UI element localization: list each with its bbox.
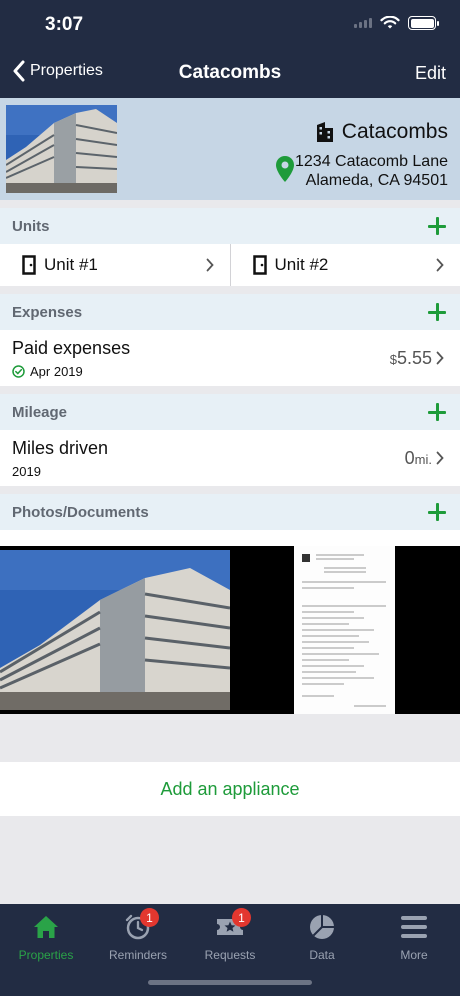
home-icon <box>34 916 58 938</box>
status-icons <box>354 16 439 30</box>
paid-expenses-row[interactable]: Paid expenses Apr 2019 $5.55 <box>0 330 460 386</box>
unit-label: Unit #1 <box>44 255 98 274</box>
unit-label: Unit #2 <box>274 255 329 274</box>
paid-expenses-title: Paid expenses <box>12 338 131 358</box>
navigation-bar: 3:07 Properties Catacombs Edit <box>0 0 460 98</box>
add-appliance-button[interactable]: Add an appliance <box>0 762 460 816</box>
paid-expenses-date-row: Apr 2019 <box>12 364 448 379</box>
address-line2: Alameda, CA 94501 <box>305 172 448 189</box>
home-indicator <box>148 980 312 985</box>
tab-label: Data <box>309 948 335 962</box>
expenses-section-header: Expenses <box>0 294 460 330</box>
units-section-header: Units <box>0 208 460 244</box>
property-name-row: Catacombs <box>316 120 448 144</box>
edit-button[interactable]: Edit <box>415 63 446 84</box>
pie-chart-icon <box>310 915 334 939</box>
menu-icon <box>401 916 427 938</box>
paid-expenses-date: Apr 2019 <box>30 364 83 379</box>
section-title-photos: Photos/Documents <box>12 503 149 521</box>
mileage-section-header: Mileage <box>0 394 460 430</box>
miles-value: 0 <box>404 448 415 468</box>
building-photo-thumbnail[interactable] <box>0 550 230 710</box>
amount-value: 5.55 <box>396 348 432 368</box>
door-icon <box>252 255 267 275</box>
property-name: Catacombs <box>341 120 448 143</box>
add-expense-button[interactable] <box>426 301 448 323</box>
chevron-right-icon <box>436 258 444 272</box>
currency-symbol: $ <box>389 352 397 367</box>
miles-driven-title: Miles driven <box>12 438 109 458</box>
chevron-right-icon <box>436 451 444 465</box>
battery-icon <box>408 16 439 30</box>
photos-section-header: Photos/Documents <box>0 494 460 530</box>
miles-driven-row[interactable]: Miles driven 2019 0mi. <box>0 430 460 486</box>
document-thumbnail[interactable] <box>294 546 395 714</box>
door-icon <box>22 255 36 275</box>
tab-label: Reminders <box>108 948 168 962</box>
chevron-right-icon <box>436 351 444 365</box>
chevron-right-icon <box>206 258 214 272</box>
section-title-units: Units <box>12 217 50 235</box>
property-photo[interactable] <box>6 105 117 193</box>
tab-label: Requests <box>204 948 256 962</box>
tab-properties[interactable]: Properties <box>0 904 92 996</box>
tab-more[interactable]: More <box>368 904 460 996</box>
property-address[interactable]: 1234 Catacomb Lane Alameda, CA 94501 <box>295 152 448 190</box>
section-title-expenses: Expenses <box>12 303 83 321</box>
building-icon <box>316 122 333 142</box>
units-row: Unit #1 Unit #2 <box>0 244 460 286</box>
photos-spacer <box>0 530 460 546</box>
miles-driven-year: 2019 <box>12 464 41 479</box>
add-unit-button[interactable] <box>426 215 448 237</box>
requests-badge: 1 <box>232 908 251 927</box>
miles-driven-value: 0mi. <box>405 448 432 469</box>
address-line1: 1234 Catacomb Lane <box>295 153 448 170</box>
wifi-icon <box>380 16 400 29</box>
tab-label: Properties <box>18 948 74 962</box>
unit-item-2[interactable]: Unit #2 <box>229 244 460 286</box>
check-circle-icon <box>12 365 25 378</box>
section-title-mileage: Mileage <box>12 403 68 421</box>
unit-item-1[interactable]: Unit #1 <box>0 244 230 286</box>
paid-expenses-amount: $5.55 <box>390 348 432 369</box>
page-title: Catacombs <box>178 62 282 83</box>
miles-unit: mi. <box>414 452 432 467</box>
tab-label: More <box>400 948 428 962</box>
add-mileage-button[interactable] <box>426 401 448 423</box>
property-header: Catacombs 1234 Catacomb Lane Alameda, CA… <box>0 98 460 200</box>
map-pin-icon[interactable] <box>276 156 294 182</box>
add-photo-button[interactable] <box>426 501 448 523</box>
photos-strip <box>0 546 460 714</box>
cellular-signal-icon <box>354 18 372 28</box>
status-time: 3:07 <box>45 14 84 35</box>
reminders-badge: 1 <box>140 908 159 927</box>
